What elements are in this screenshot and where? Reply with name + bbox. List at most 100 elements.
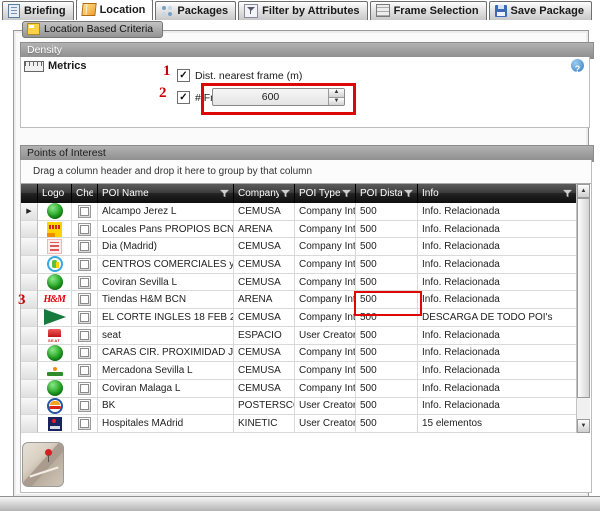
poi-logo-icon bbox=[47, 398, 63, 414]
row-checkbox[interactable] bbox=[78, 293, 91, 306]
poi-type-cell: User Creator [Secre bbox=[295, 398, 356, 416]
metrics-label: Metrics bbox=[48, 60, 87, 72]
row-selector-cell[interactable] bbox=[21, 380, 38, 398]
poi-logo-icon bbox=[47, 292, 63, 308]
frames-near-value[interactable]: 600 bbox=[213, 89, 328, 105]
row-checkbox[interactable] bbox=[78, 258, 91, 271]
frames-near-spinner[interactable]: 600 ▲ ▼ bbox=[212, 88, 345, 106]
header-poi-type[interactable]: POI Type bbox=[295, 184, 356, 203]
map-view-button[interactable] bbox=[22, 442, 64, 487]
table-row[interactable]: CENTROS COMERCIALES y EL CORTE INGLES CE… bbox=[21, 256, 577, 274]
poi-logo-cell bbox=[38, 274, 72, 292]
tab-briefing[interactable]: Briefing bbox=[2, 1, 74, 20]
row-checkbox[interactable] bbox=[78, 364, 91, 377]
info-cell: Info. Relacionada bbox=[418, 345, 577, 363]
row-selector-cell[interactable] bbox=[21, 362, 38, 380]
header-poi-name[interactable]: POI Name bbox=[98, 184, 234, 203]
header-info[interactable]: Info bbox=[418, 184, 577, 203]
poi-panel-body: Drag a column header and drop it here to… bbox=[20, 160, 592, 493]
row-checkbox[interactable] bbox=[78, 240, 91, 253]
poi-name-cell: BK bbox=[98, 398, 234, 416]
tab-label: Packages bbox=[177, 5, 228, 17]
filter-funnel-icon[interactable] bbox=[281, 189, 290, 198]
poi-type-cell: Company Internal bbox=[295, 380, 356, 398]
poi-name-cell: Mercadona Sevilla L bbox=[98, 362, 234, 380]
row-selector-cell[interactable] bbox=[21, 345, 38, 363]
tab-filter-by-attributes[interactable]: Filter by Attributes bbox=[238, 1, 367, 20]
header-check[interactable]: Check bbox=[72, 184, 98, 203]
scroll-up-icon[interactable]: ▲ bbox=[577, 184, 590, 198]
frames-near-checkbox[interactable] bbox=[177, 91, 190, 104]
poi-check-cell bbox=[72, 238, 98, 256]
row-selector-cell[interactable] bbox=[21, 238, 38, 256]
poi-distance-cell: 500 bbox=[356, 291, 418, 309]
filter-funnel-icon[interactable] bbox=[342, 189, 351, 198]
poi-name-cell: Locales Pans PROPIOS BCN bbox=[98, 221, 234, 239]
filter-funnel-icon[interactable] bbox=[220, 189, 229, 198]
tab-save-package[interactable]: Save Package bbox=[489, 1, 592, 20]
row-checkbox[interactable] bbox=[78, 205, 91, 218]
spinner-up-icon[interactable]: ▲ bbox=[329, 89, 344, 97]
table-row[interactable]: EL CORTE INGLES 18 FEB 2015 CEMUSA Compa… bbox=[21, 309, 577, 327]
table-row[interactable]: CARAS CIR. PROXIMIDAD JCD MADRID CAPITAL… bbox=[21, 345, 577, 363]
row-selector-cell[interactable] bbox=[21, 415, 38, 433]
scrollbar-thumb[interactable] bbox=[577, 198, 590, 398]
tab-location[interactable]: Location bbox=[76, 0, 154, 20]
row-checkbox[interactable] bbox=[78, 276, 91, 289]
row-selector-cell[interactable] bbox=[21, 221, 38, 239]
density-panel-body: Metrics Dist. nearest frame (m) # Frames… bbox=[20, 57, 590, 128]
row-checkbox-inner bbox=[80, 225, 89, 234]
dist-nearest-frame-label: Dist. nearest frame (m) bbox=[195, 70, 302, 82]
help-question-icon[interactable] bbox=[571, 59, 584, 72]
dist-nearest-frame-checkbox[interactable] bbox=[177, 69, 190, 82]
poi-logo-cell bbox=[38, 362, 72, 380]
table-row[interactable]: Dia (Madrid) CEMUSA Company Internal 500… bbox=[21, 238, 577, 256]
current-row-arrow-icon: ▶ bbox=[26, 208, 31, 215]
row-checkbox[interactable] bbox=[78, 223, 91, 236]
poi-logo-icon bbox=[47, 239, 62, 254]
row-selector-cell[interactable] bbox=[21, 274, 38, 292]
table-row[interactable]: Tiendas H&M BCN ARENA Company Internal 5… bbox=[21, 291, 577, 309]
row-selector-cell[interactable] bbox=[21, 327, 38, 345]
poi-logo-cell bbox=[38, 238, 72, 256]
filter-funnel-icon[interactable] bbox=[563, 189, 572, 198]
row-checkbox[interactable] bbox=[78, 399, 91, 412]
poi-logo-icon bbox=[47, 203, 63, 219]
filter-funnel-icon[interactable] bbox=[404, 189, 413, 198]
row-selector-cell[interactable] bbox=[21, 309, 38, 327]
vertical-scrollbar[interactable]: ▲ ▼ bbox=[576, 184, 590, 433]
row-checkbox[interactable] bbox=[78, 311, 91, 324]
table-row[interactable]: ▶ Alcampo Jerez L CEMUSA Company Interna… bbox=[21, 203, 577, 221]
row-checkbox[interactable] bbox=[78, 346, 91, 359]
table-row[interactable]: Hospitales MAdrid KINETIC User Creator [… bbox=[21, 415, 577, 433]
row-checkbox-inner bbox=[80, 278, 89, 287]
row-selector-cell[interactable] bbox=[21, 398, 38, 416]
poi-logo-icon bbox=[47, 256, 63, 272]
table-row[interactable]: Mercadona Sevilla L CEMUSA Company Inter… bbox=[21, 362, 577, 380]
header-logo[interactable]: Logo bbox=[38, 184, 72, 203]
table-row[interactable]: Locales Pans PROPIOS BCN ARENA Company I… bbox=[21, 221, 577, 239]
header-poi-distance[interactable]: POI Distance (r bbox=[356, 184, 418, 203]
row-checkbox[interactable] bbox=[78, 417, 91, 430]
tab-packages[interactable]: Packages bbox=[155, 1, 236, 20]
tab-frame-selection[interactable]: Frame Selection bbox=[370, 1, 487, 20]
poi-check-cell bbox=[72, 362, 98, 380]
scroll-down-icon[interactable]: ▼ bbox=[577, 419, 590, 433]
spinner-down-icon[interactable]: ▼ bbox=[329, 97, 344, 106]
table-row[interactable]: Coviran Malaga L CEMUSA Company Internal… bbox=[21, 380, 577, 398]
table-row[interactable]: seat ESPACIO User Creator [Secre 500 Inf… bbox=[21, 327, 577, 345]
row-selector-cell[interactable]: ▶ bbox=[21, 203, 38, 221]
company-cell: POSTERSCOPE bbox=[234, 398, 295, 416]
row-selector-cell[interactable] bbox=[21, 256, 38, 274]
note-icon bbox=[27, 23, 40, 35]
header-company[interactable]: Company bbox=[234, 184, 295, 203]
info-cell: Info. Relacionada bbox=[418, 362, 577, 380]
table-row[interactable]: Coviran Sevilla L CEMUSA Company Interna… bbox=[21, 274, 577, 292]
table-row[interactable]: BK POSTERSCOPE User Creator [Secre 500 I… bbox=[21, 398, 577, 416]
row-checkbox[interactable] bbox=[78, 329, 91, 342]
location-criteria-groupbox: Density Metrics Dist. nearest frame (m) … bbox=[13, 30, 589, 497]
poi-title: Points of Interest bbox=[27, 147, 106, 159]
group-by-drop-zone[interactable]: Drag a column header and drop it here to… bbox=[21, 160, 591, 184]
row-checkbox[interactable] bbox=[78, 382, 91, 395]
info-cell: Info. Relacionada bbox=[418, 274, 577, 292]
